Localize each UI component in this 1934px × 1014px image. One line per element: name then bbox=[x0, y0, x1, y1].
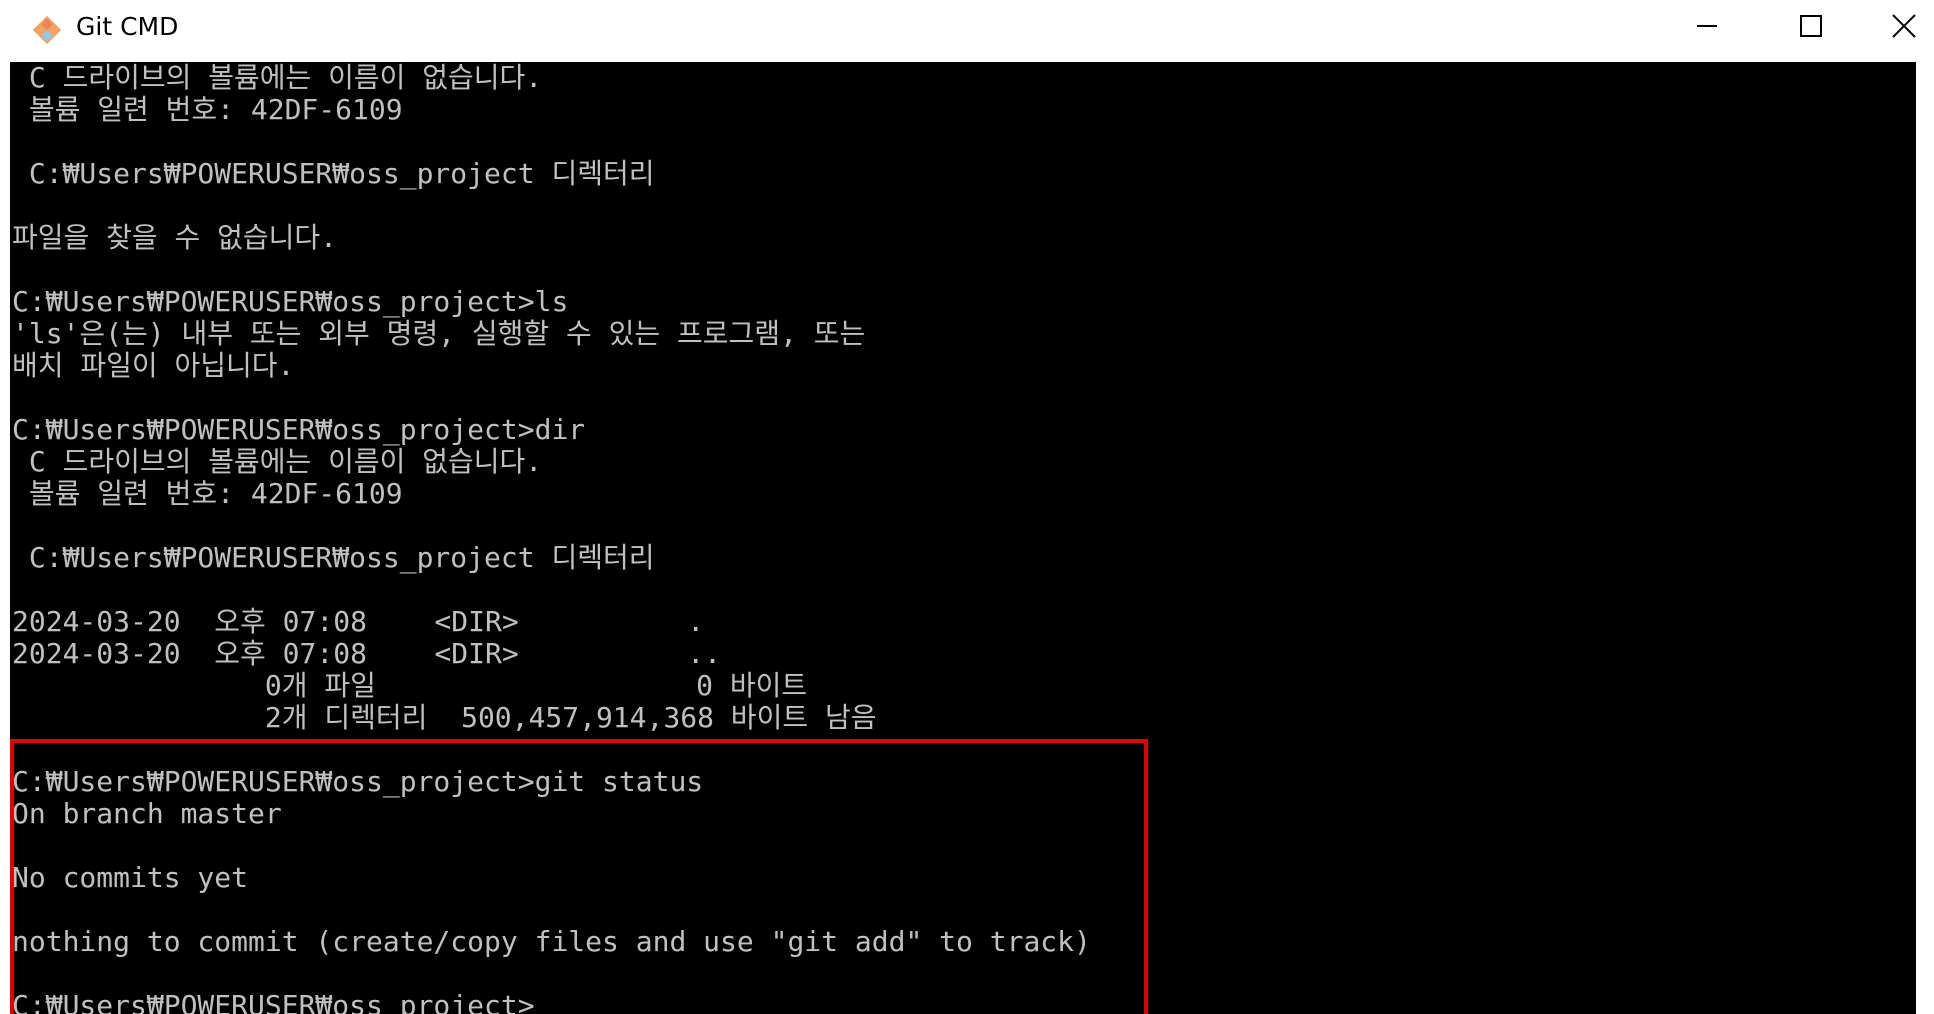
console-line: C 드라이브의 볼륨에는 이름이 없습니다. bbox=[12, 62, 543, 94]
console-line: 볼륨 일련 번호: 42DF-6109 bbox=[12, 478, 403, 510]
console-line: 배치 파일이 아닙니다. bbox=[12, 350, 295, 382]
maximize-button[interactable] bbox=[1768, 0, 1854, 52]
console-line: C:₩Users₩POWERUSER₩oss_project>dir bbox=[12, 414, 586, 446]
console-line: 0개 파일 0 바이트 bbox=[12, 670, 808, 702]
console-right-border bbox=[1916, 62, 1934, 1014]
console-line: C:₩Users₩POWERUSER₩oss_project 디렉터리 bbox=[12, 542, 655, 574]
console-line: 2개 디렉터리 500,457,914,368 바이트 남음 bbox=[12, 702, 877, 734]
console-line: On branch master bbox=[12, 798, 282, 830]
console-left-border bbox=[0, 62, 10, 1014]
console-line: 2024-03-20 오후 07:08 <DIR> . bbox=[12, 606, 705, 638]
console-line: C:₩Users₩POWERUSER₩oss_project 디렉터리 bbox=[12, 158, 655, 190]
maximize-icon bbox=[1800, 15, 1822, 37]
console-lines: C 드라이브의 볼륨에는 이름이 없습니다. 볼륨 일련 번호: 42DF-61… bbox=[12, 62, 1892, 1014]
close-button[interactable] bbox=[1874, 0, 1934, 52]
console-line: C 드라이브의 볼륨에는 이름이 없습니다. bbox=[12, 446, 543, 478]
console-line: 'ls'은(는) 내부 또는 외부 명령, 실행할 수 있는 프로그램, 또는 bbox=[12, 318, 866, 350]
console-line: No commits yet bbox=[12, 862, 249, 894]
console-line: 파일을 찾을 수 없습니다. bbox=[12, 222, 338, 254]
console-line: C:₩Users₩POWERUSER₩oss_project>ls bbox=[12, 286, 569, 318]
window-title: Git CMD bbox=[76, 12, 179, 41]
console-line: C:₩Users₩POWERUSER₩oss_project> bbox=[12, 990, 535, 1014]
console-line: 2024-03-20 오후 07:08 <DIR> .. bbox=[12, 638, 721, 670]
console-line: C:₩Users₩POWERUSER₩oss_project>git statu… bbox=[12, 766, 704, 798]
minimize-icon bbox=[1697, 25, 1717, 27]
title-bar[interactable]: Git CMD bbox=[0, 0, 1934, 62]
minimize-button[interactable] bbox=[1664, 0, 1750, 52]
console-line: 볼륨 일련 번호: 42DF-6109 bbox=[12, 94, 403, 126]
console-line: nothing to commit (create/copy files and… bbox=[12, 926, 1091, 958]
git-icon bbox=[32, 15, 62, 45]
console-output[interactable]: C 드라이브의 볼륨에는 이름이 없습니다. 볼륨 일련 번호: 42DF-61… bbox=[0, 62, 1934, 1014]
close-icon bbox=[1892, 14, 1916, 38]
git-cmd-window: Git CMD C 드라이브의 볼륨에는 이름이 없습니다. 볼륨 일련 번호:… bbox=[0, 0, 1934, 1014]
